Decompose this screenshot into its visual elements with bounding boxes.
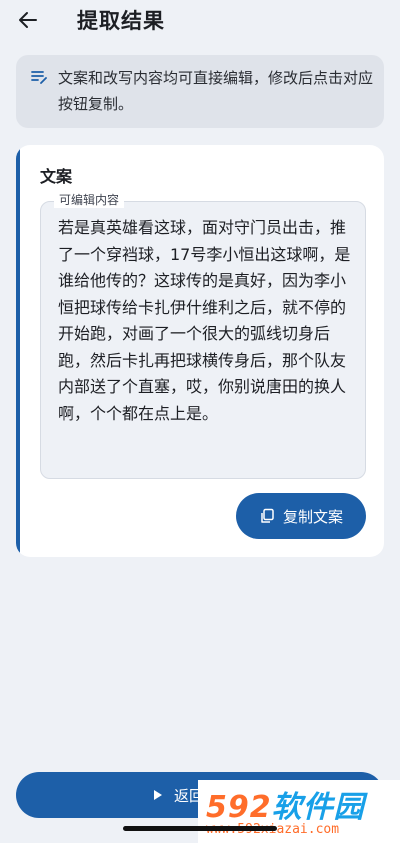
copy-script-button[interactable]: 复制文案 [236, 493, 366, 539]
notice-banner: 文案和改写内容均可直接编辑，修改后点击对应按钮复制。 [16, 55, 384, 128]
copy-button-label: 复制文案 [282, 507, 343, 526]
notice-text: 文案和改写内容均可直接编辑，修改后点击对应按钮复制。 [58, 69, 374, 113]
page-title: 提取结果 [77, 9, 165, 33]
home-indicator[interactable] [123, 826, 277, 831]
card-title: 文案 [40, 167, 73, 186]
script-card: 文案 可编辑内容 若是真英雄看这球，面对守门员出击，推了一个穿裆球，17号李小恒… [16, 145, 384, 557]
editor-text[interactable]: 若是真英雄看这球，面对守门员出击，推了一个穿裆球，17号李小恒出这球啊，是谁给他… [58, 215, 354, 427]
edit-note-icon [31, 71, 47, 84]
card-accent-bar [16, 145, 20, 557]
watermark-logo: 592软件园 [206, 790, 365, 825]
back-button[interactable] [14, 6, 42, 34]
arrow-left-icon [19, 12, 37, 28]
copy-icon [261, 508, 274, 523]
play-icon [154, 790, 162, 800]
watermark: 592软件园 www.592xiazai.com [198, 780, 400, 843]
top-bar: 提取结果 [0, 0, 400, 40]
editor-label: 可编辑内容 [54, 192, 125, 208]
